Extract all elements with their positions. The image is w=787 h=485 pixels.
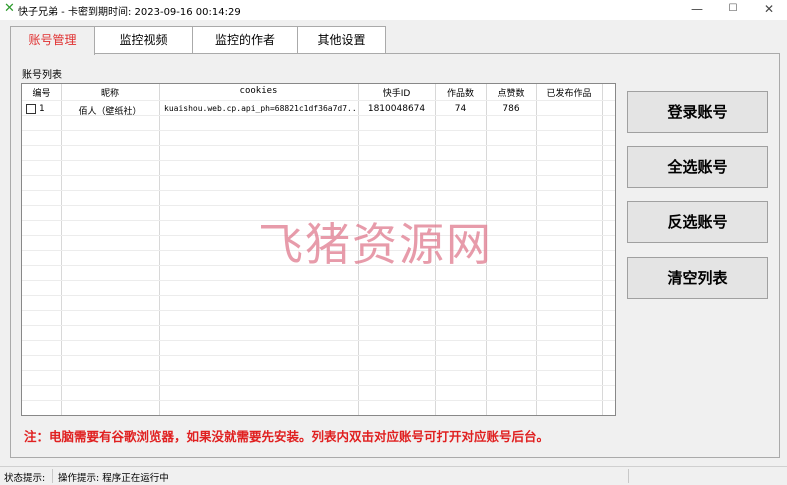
row-divider (22, 160, 615, 161)
login-account-button[interactable]: 登录账号 (627, 91, 768, 133)
status-message: 操作提示: 程序正在运行中 (58, 473, 169, 484)
cell-cookies: kuaishou.web.cp.api_ph=68821c1df36a7d7..… (164, 104, 356, 113)
column-header-nickname[interactable]: 昵称 (61, 86, 159, 99)
status-bar: 状态提示: 操作提示: 程序正在运行中 (0, 466, 787, 485)
row-divider (22, 280, 615, 281)
row-divider (22, 145, 615, 146)
app-logo-icon: ✕ (4, 1, 15, 16)
row-divider (22, 295, 615, 296)
column-header-published[interactable]: 已发布作品 (536, 86, 602, 99)
minimize-button[interactable]: — (679, 0, 715, 20)
tab-account-management[interactable]: 账号管理 (10, 26, 95, 55)
row-divider (22, 385, 615, 386)
cell-works: 74 (454, 104, 467, 114)
cell-likes: 786 (502, 104, 520, 114)
maximize-button[interactable]: ☐ (715, 0, 751, 20)
cell-nickname: 佰人（壁纸社） (78, 107, 142, 117)
watermark-text: 飞猪资源网 (258, 218, 494, 271)
row-divider (22, 325, 615, 326)
tab-monitor-videos[interactable]: 监控视频 (94, 26, 193, 53)
row-divider (22, 370, 615, 371)
status-divider (52, 469, 53, 483)
row-divider (22, 340, 615, 341)
row-divider (22, 205, 615, 206)
column-header-works[interactable]: 作品数 (435, 86, 486, 99)
row-divider (22, 400, 615, 401)
row-divider (22, 310, 615, 311)
row-divider (22, 130, 615, 131)
column-header-no[interactable]: 编号 (22, 86, 61, 99)
cell-no: 1 (39, 104, 45, 114)
row-divider (22, 190, 615, 191)
cell-kuaishou-id: 1810048674 (367, 104, 426, 114)
row-divider (22, 355, 615, 356)
section-label: 账号列表 (22, 70, 62, 81)
row-divider (22, 175, 615, 176)
column-header-cookies[interactable]: cookies (159, 86, 358, 96)
row-checkbox[interactable] (26, 104, 36, 114)
status-label: 状态提示: (4, 473, 46, 484)
tab-monitored-authors[interactable]: 监控的作者 (192, 26, 298, 53)
clear-list-button[interactable]: 清空列表 (627, 257, 768, 299)
title-bar: ✕ 快子兄弟 - 卡密到期时间: 2023-09-16 00:14:29 — ☐… (0, 0, 787, 20)
row-divider (22, 100, 615, 101)
column-header-likes[interactable]: 点赞数 (486, 86, 536, 99)
column-header-kuaishou-id[interactable]: 快手ID (358, 86, 435, 99)
invert-selection-button[interactable]: 反选账号 (627, 201, 768, 243)
window-title: 快子兄弟 - 卡密到期时间: 2023-09-16 00:14:29 (18, 7, 241, 18)
close-button[interactable]: ✕ (751, 0, 787, 20)
tab-other-settings[interactable]: 其他设置 (297, 26, 386, 53)
select-all-accounts-button[interactable]: 全选账号 (627, 146, 768, 188)
notice-text: 注：电脑需要有谷歌浏览器，如果没就需要先安装。列表内双击对应账号可打开对应账号后… (24, 429, 550, 444)
status-divider (628, 469, 629, 483)
